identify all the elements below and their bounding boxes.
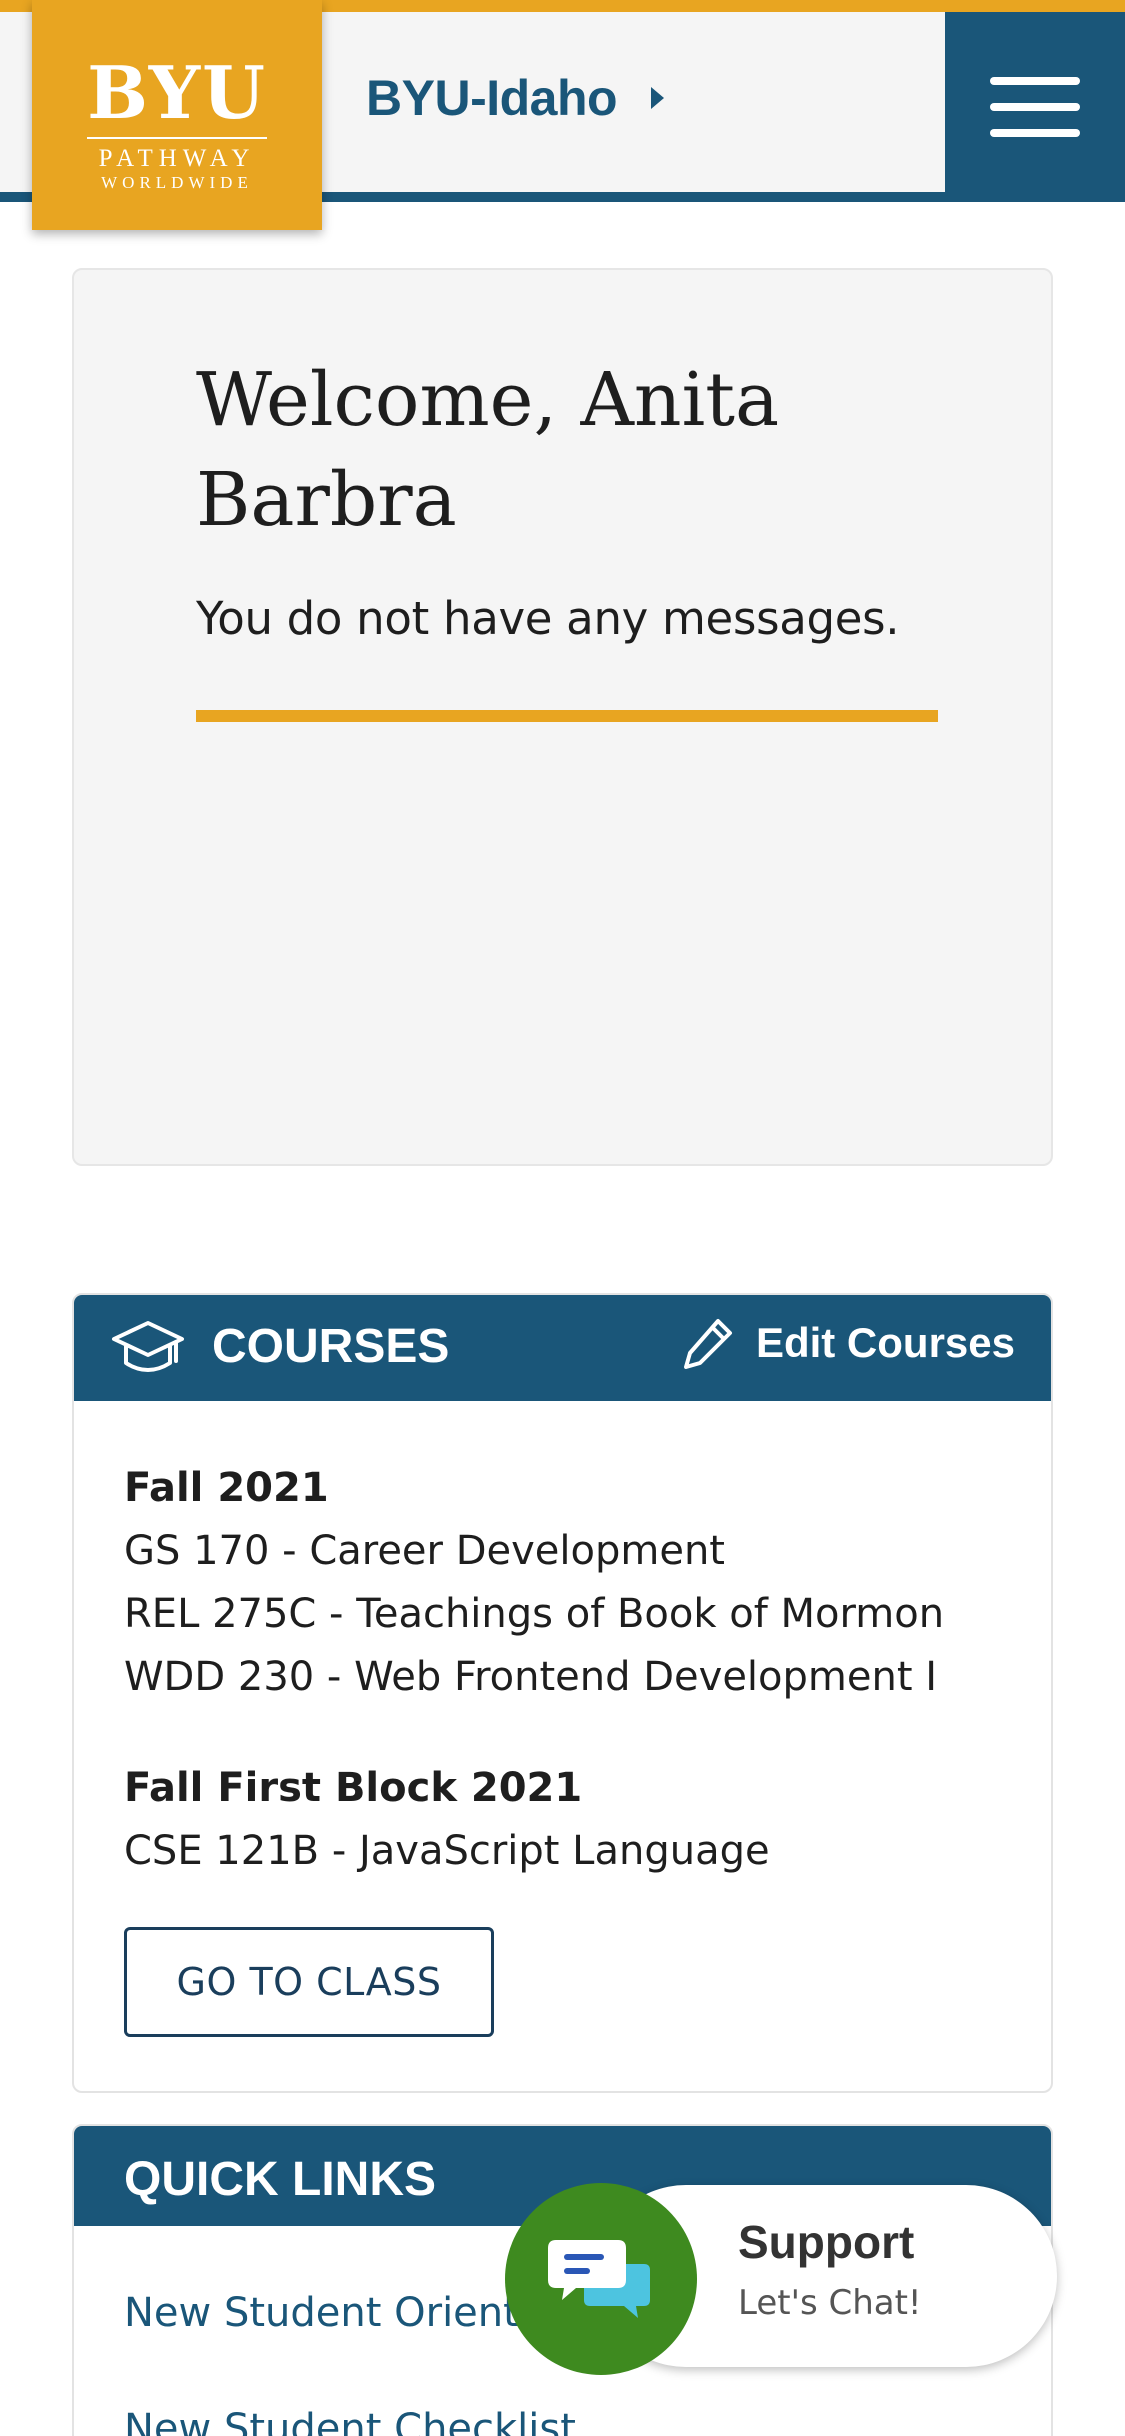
chat-bubbles-icon [548,2240,650,2318]
term-name: Fall First Block 2021 [124,1765,583,1811]
chevron-right-icon [651,87,665,109]
support-chat-widget[interactable]: Support Let's Chat! [505,2183,1057,2375]
logo-subtitle-secondary: WORLDWIDE [101,172,253,192]
hamburger-menu-icon [990,77,1080,85]
course-item: REL 275C - Teachings of Book of Mormon [124,1591,945,1637]
logo-divider [87,137,267,140]
term-block: Fall 2021 GS 170 - Career Development RE… [124,1457,944,1709]
hamburger-menu-icon-bar [990,129,1080,137]
welcome-card: Welcome, Anita Barbra You do not have an… [72,268,1053,1166]
welcome-divider [196,710,938,722]
course-item: WDD 230 - Web Frontend Development I [124,1654,938,1700]
messages-status: You do not have any messages. [196,592,900,645]
term-name: Fall 2021 [124,1465,329,1511]
welcome-heading: Welcome, Anita Barbra [196,357,780,543]
courses-title: COURSES [212,1320,450,1373]
graduation-cap-icon [112,1321,184,1372]
course-item: GS 170 - Career Development [124,1528,725,1574]
courses-header: COURSES Edit Courses [74,1295,1051,1401]
menu-button[interactable] [945,12,1125,202]
quick-link-item[interactable]: New Student Checklist [124,2406,576,2436]
support-subtitle: Let's Chat! [738,2283,922,2323]
courses-card: COURSES Edit Courses Fall 2021 GS 170 - … [72,1293,1053,2093]
pencil-icon [683,1319,732,1369]
byu-pathway-logo[interactable]: BYU PATHWAY WORLDWIDE [32,0,322,230]
term-block: Fall First Block 2021 CSE 121B - JavaScr… [124,1757,770,1883]
logo-subtitle: PATHWAY [98,145,256,173]
breadcrumb-label: BYU-Idaho [366,70,618,126]
quick-link-item[interactable]: New Student Orient [124,2290,519,2336]
course-item: CSE 121B - JavaScript Language [124,1828,770,1874]
go-to-class-button[interactable]: GO TO CLASS [124,1927,494,2037]
logo-title: BYU [87,50,267,136]
hamburger-menu-icon-bar [990,103,1080,111]
edit-courses-label: Edit Courses [755,1319,1015,1366]
support-title: Support [738,2216,915,2268]
support-chat-button[interactable] [505,2183,697,2375]
quick-links-title: QUICK LINKS [124,2153,436,2206]
edit-courses-link[interactable]: Edit Courses [680,1315,1015,1371]
page: BYU-Idaho BYU PATHWAY WORLDWIDE Welcome,… [0,0,1125,2436]
breadcrumb-byu-idaho[interactable]: BYU-Idaho [366,58,665,138]
